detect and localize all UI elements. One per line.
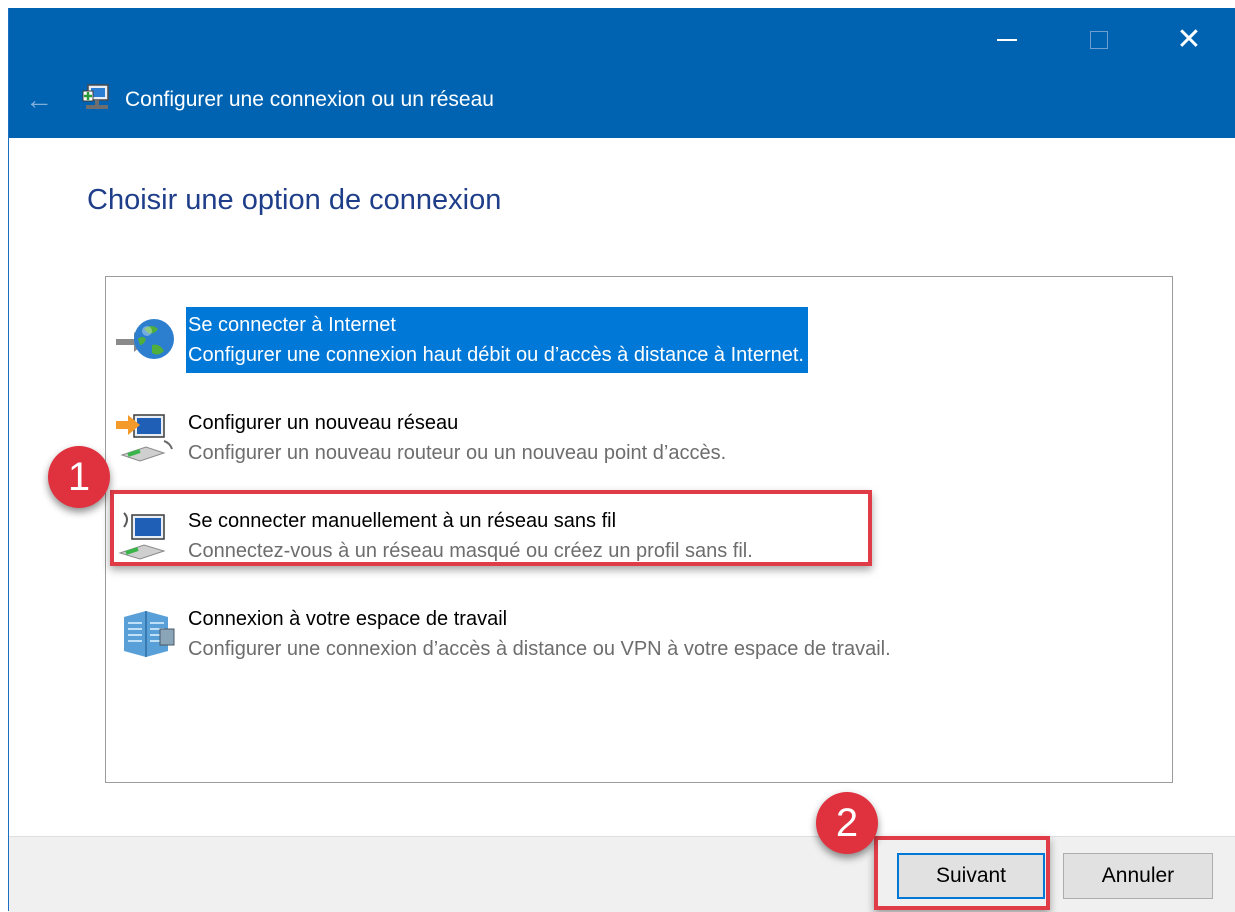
minimize-button[interactable]	[977, 20, 1037, 60]
close-icon: ✕	[1176, 23, 1202, 56]
back-arrow-icon: ←	[25, 84, 53, 115]
step1-badge: 1	[48, 446, 110, 508]
option-new-network[interactable]: Configurer un nouveau réseau Configurer …	[106, 401, 1172, 471]
cancel-button[interactable]: Annuler	[1063, 853, 1213, 899]
option-title: Configurer un nouveau réseau	[188, 412, 459, 434]
minimize-icon	[997, 39, 1017, 41]
option-connect-internet[interactable]: Se connecter à Internet Configurer une c…	[106, 303, 1172, 373]
workplace-building-icon	[124, 611, 175, 657]
maximize-button[interactable]	[1069, 20, 1129, 60]
globe-icon	[116, 319, 174, 359]
dialog-footer	[9, 836, 1235, 912]
close-button[interactable]: ✕	[1159, 20, 1219, 60]
window-title: Configurer une connexion ou un réseau	[125, 88, 494, 111]
step1-highlight-box	[110, 490, 872, 566]
option-description: Configurer une connexion d’accès à dista…	[188, 638, 891, 660]
dialog-window: ✕ ← Configurer une connexion ou un résea…	[8, 8, 1235, 912]
option-title: Connexion à votre espace de travail	[188, 608, 508, 630]
maximize-icon	[1090, 31, 1108, 49]
option-text: Connexion à votre espace de travail Conf…	[186, 601, 895, 667]
option-description: Configurer une connexion haut débit ou d…	[188, 344, 804, 366]
option-text: Se connecter à Internet Configurer une c…	[186, 307, 808, 373]
step2-highlight-box	[874, 836, 1050, 910]
option-title: Se connecter à Internet	[188, 314, 396, 336]
step2-badge: 2	[816, 792, 878, 854]
back-button[interactable]: ←	[23, 84, 55, 116]
new-network-icon	[116, 414, 173, 462]
option-text: Configurer un nouveau réseau Configurer …	[186, 405, 730, 471]
option-description: Configurer un nouveau routeur ou un nouv…	[188, 442, 727, 464]
network-setup-icon	[82, 84, 109, 109]
title-bar: ✕ ← Configurer une connexion ou un résea…	[9, 8, 1235, 138]
option-workplace-connection[interactable]: Connexion à votre espace de travail Conf…	[106, 597, 1172, 667]
page-heading: Choisir une option de connexion	[87, 184, 502, 216]
